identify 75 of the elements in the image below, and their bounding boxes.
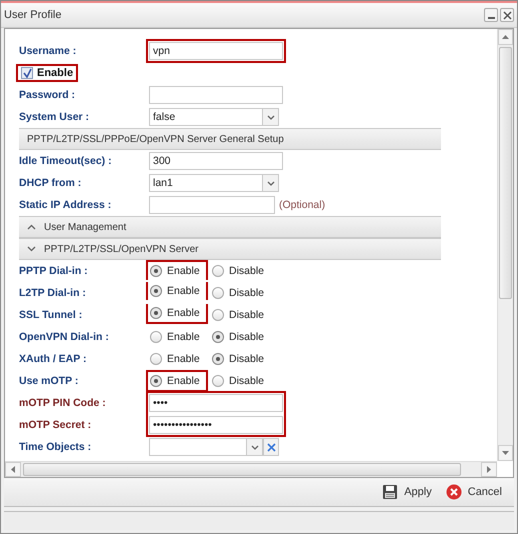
field-label: PPTP Dial-in : [19, 265, 89, 277]
radio-button[interactable] [150, 307, 162, 319]
input-field[interactable] [149, 196, 275, 214]
radio-button[interactable] [212, 309, 224, 321]
up-arrow-icon [502, 35, 509, 39]
dropdown-field[interactable]: false [149, 108, 279, 126]
radio-option[interactable]: Enable [146, 282, 208, 300]
caret-icon [250, 444, 258, 450]
input-field[interactable]: 300 [149, 152, 283, 170]
chevron-icon [27, 246, 36, 252]
cancel-icon [446, 484, 462, 500]
radio-button[interactable] [150, 265, 162, 277]
radio-button[interactable] [212, 331, 224, 343]
field-label: mOTP PIN Code : [19, 397, 107, 409]
minimize-icon [488, 16, 494, 18]
field-label: OpenVPN Dial-in : [19, 331, 110, 343]
close-button[interactable] [500, 8, 514, 22]
radio-option[interactable]: Disable [208, 348, 270, 370]
radio-option[interactable]: Enable [146, 304, 208, 324]
field-label: L2TP Dial-in : [19, 287, 87, 299]
horizontal-scrollbar[interactable] [5, 461, 497, 477]
field-label: Password : [19, 89, 76, 101]
section-header[interactable]: PPTP/L2TP/SSL/OpenVPN Server [19, 238, 441, 260]
field-label: Time Objects : [19, 441, 92, 453]
radio-option[interactable]: Disable [208, 370, 270, 392]
field-label: SSL Tunnel : [19, 309, 84, 321]
enable-checkbox[interactable]: Enable [16, 64, 78, 82]
vertical-scrollbar[interactable] [497, 29, 513, 461]
clear-button[interactable] [263, 438, 279, 456]
radio-button[interactable] [150, 353, 162, 365]
radio-button[interactable] [150, 285, 162, 297]
close-icon [502, 10, 512, 20]
radio-button[interactable] [212, 287, 224, 299]
chevron-icon [27, 224, 36, 230]
radio-option[interactable]: Disable [208, 326, 270, 348]
field-label: Use mOTP : [19, 375, 80, 387]
field-label: XAuth / EAP : [19, 353, 88, 365]
field-label: DHCP from : [19, 177, 82, 189]
radio-option[interactable]: Enable [146, 348, 208, 370]
dropdown-field[interactable]: lan1 [149, 174, 279, 192]
section-header[interactable]: User Management [19, 216, 441, 238]
field-label: Username : [19, 45, 78, 57]
radio-option[interactable]: Disable [208, 260, 270, 282]
radio-button[interactable] [212, 265, 224, 277]
down-arrow-icon [502, 451, 509, 455]
radio-button[interactable] [212, 375, 224, 387]
caret-icon [266, 114, 274, 120]
left-arrow-icon [11, 466, 15, 473]
input-field[interactable]: vpn [149, 42, 283, 60]
radio-button[interactable] [150, 331, 162, 343]
field-label: System User : [19, 111, 90, 123]
field-label: mOTP Secret : [19, 419, 92, 431]
input-field[interactable]: •••• [149, 394, 283, 412]
optional-hint: (Optional) [279, 199, 326, 211]
clear-icon [266, 442, 276, 452]
dropdown-field[interactable] [149, 438, 263, 456]
input-field[interactable]: •••••••••••••••• [149, 416, 283, 434]
apply-button[interactable]: Apply [380, 482, 434, 502]
right-arrow-icon [487, 466, 491, 473]
field-label: Static IP Address : [19, 199, 112, 211]
section-header: PPTP/L2TP/SSL/PPPoE/OpenVPN Server General Setup [19, 128, 441, 150]
cancel-button[interactable]: Cancel [444, 482, 504, 502]
field-label: Idle Timeout(sec) : [19, 155, 113, 167]
radio-option[interactable]: Disable [208, 282, 270, 304]
window-title: User Profile [4, 9, 62, 21]
radio-option[interactable]: Enable [146, 260, 208, 280]
radio-option[interactable]: Disable [208, 304, 270, 326]
input-field[interactable] [149, 86, 283, 104]
checkmark-icon [22, 68, 32, 78]
radio-button[interactable] [212, 353, 224, 365]
radio-option[interactable]: Enable [146, 370, 208, 392]
radio-button[interactable] [150, 375, 162, 387]
minimize-button[interactable] [484, 8, 498, 22]
radio-option[interactable]: Enable [146, 326, 208, 348]
caret-icon [266, 180, 274, 186]
